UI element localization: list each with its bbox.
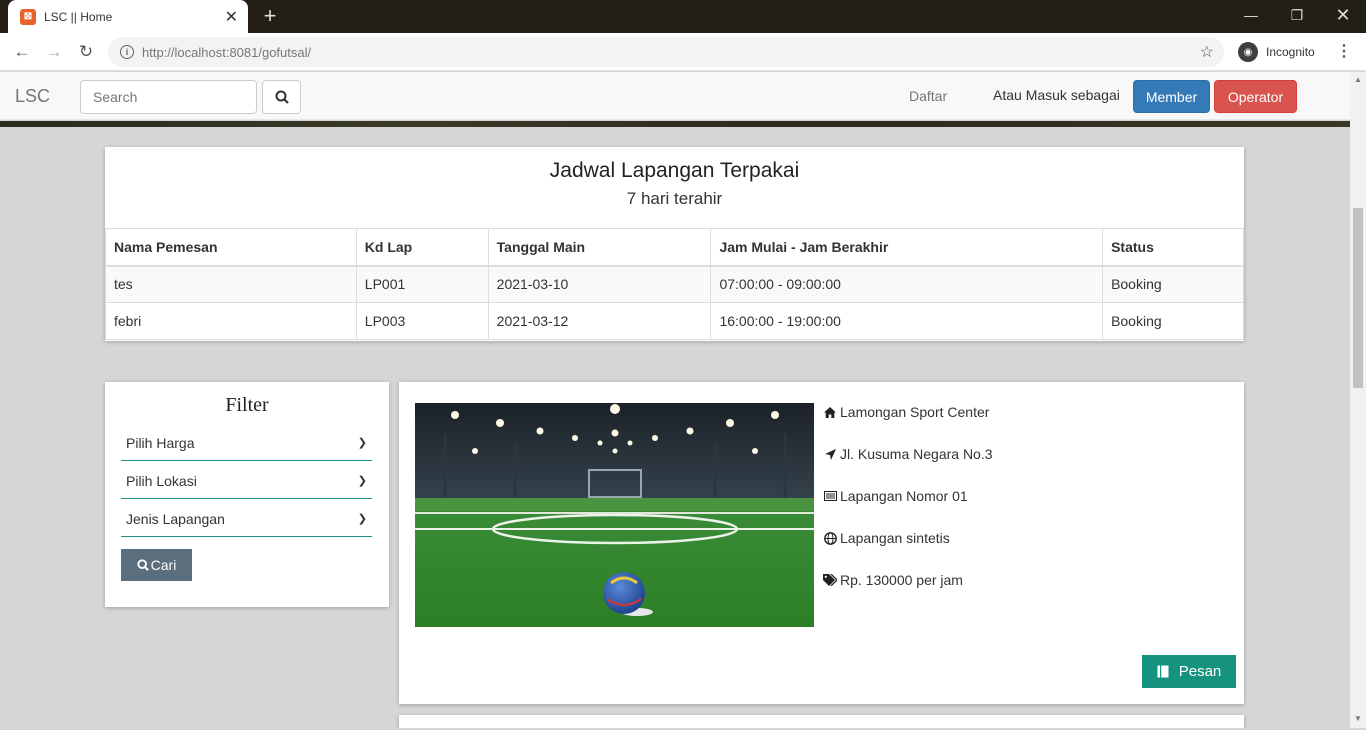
book-icon [1157,665,1169,678]
chevron-down-icon: ❯ [357,513,367,525]
address-bar[interactable]: i http://localhost:8081/gofutsal/ ☆ [108,37,1224,67]
reload-icon[interactable]: ↻ [73,39,99,65]
restore-icon[interactable]: ❐ [1274,0,1320,30]
filter-title: Filter [225,394,269,416]
filter-card: Filter Pilih Harga ❯ Pilih Lokasi ❯ Jeni… [105,382,389,607]
table-cell: LP001 [355,265,489,303]
venue-field-line: Lapangan Nomor 01 [822,488,968,504]
venue-card: Lamongan Sport Center Jl. Kusuma Negara … [399,382,1244,704]
site-navbar: LSC Daftar Atau Masuk sebagai Member Ope… [0,72,1350,120]
url-text: http://localhost:8081/gofutsal/ [142,45,1224,60]
daftar-link[interactable]: Daftar [909,88,947,104]
list-icon [822,491,838,501]
table-cell: Booking [1102,302,1244,340]
info-icon[interactable]: i [120,45,134,59]
browser-tab[interactable]: ⊠ LSC || Home ✕ [8,0,248,33]
browser-tabstrip: ⊠ LSC || Home ✕ + — ❐ ✕ [0,0,1366,33]
browser-menu-icon[interactable]: ⋮ [1336,41,1352,61]
table-cell: 07:00:00 - 09:00:00 [710,265,1104,303]
schedule-title: Jadwal Lapangan Terpakai [549,159,800,182]
venue-type: Lapangan sintetis [840,530,950,546]
search-button[interactable] [262,80,301,114]
minimize-icon[interactable]: — [1228,0,1274,30]
table-cell: LP003 [355,302,489,340]
schedule-card: Jadwal Lapangan Terpakai 7 hari terahir … [105,147,1244,341]
brand-logo[interactable]: LSC [15,86,50,107]
incognito-label: Incognito [1266,45,1315,59]
scroll-down-icon[interactable]: ▼ [1354,714,1362,723]
venue-name-line: Lamongan Sport Center [822,404,989,420]
price-select[interactable]: Pilih Harga ❯ [121,425,372,461]
back-icon[interactable]: ← [9,39,35,65]
table-row: febri LP003 2021-03-12 16:00:00 - 19:00:… [105,302,1244,340]
tab-title: LSC || Home [44,9,113,24]
table-row: tes LP001 2021-03-10 07:00:00 - 09:00:00… [105,265,1244,303]
search-filter-label: Cari [150,557,177,573]
search-icon [275,90,289,104]
table-header-row: Nama Pemesan Kd Lap Tanggal Main Jam Mul… [105,228,1244,267]
search-input[interactable] [80,80,257,114]
scrollbar-thumb[interactable] [1353,208,1363,388]
hero-image-strip [0,121,1350,127]
venue-card [399,715,1244,728]
location-select[interactable]: Pilih Lokasi ❯ [121,463,372,499]
venue-name: Lamongan Sport Center [840,404,990,420]
globe-icon [822,531,838,545]
incognito-icon: ◉ [1238,42,1258,62]
page-scrollbar[interactable]: ▲ ▼ [1350,72,1366,728]
table-cell: Booking [1102,265,1244,303]
close-tab-icon[interactable]: ✕ [225,7,238,27]
chevron-down-icon: ❯ [357,437,367,449]
venue-address: Jl. Kusuma Negara No.3 [840,446,993,462]
chevron-down-icon: ❯ [357,475,367,487]
url-host: http://localhost [142,44,226,60]
bookmark-star-icon[interactable]: ☆ [1200,42,1214,62]
column-header: Kd Lap [355,228,489,267]
table-cell: febri [105,302,357,340]
browser-toolbar: ← → ↻ i http://localhost:8081/gofutsal/ … [0,33,1366,71]
schedule-table: Nama Pemesan Kd Lap Tanggal Main Jam Mul… [105,228,1244,340]
field-type-select[interactable]: Jenis Lapangan ❯ [121,501,372,537]
search-icon [136,559,149,571]
tags-icon [822,574,838,586]
venue-price-line: Rp. 130000 per jam [822,572,963,588]
order-button-label: Pesan [1178,663,1222,680]
order-button[interactable]: Pesan [1142,655,1236,688]
location-arrow-icon [822,448,838,460]
table-cell: 2021-03-10 [487,265,712,303]
table-cell: 2021-03-12 [487,302,712,340]
price-select-value: Pilih Harga [126,434,195,451]
member-login-button[interactable]: Member [1133,80,1210,113]
venue-field-number: Lapangan Nomor 01 [840,488,968,504]
incognito-indicator[interactable]: ◉ Incognito [1234,38,1325,66]
page-viewport: LSC Daftar Atau Masuk sebagai Member Ope… [0,72,1350,728]
table-cell: tes [105,265,357,303]
xampp-favicon-icon: ⊠ [20,8,36,25]
search-filter-button[interactable]: Cari [121,549,192,581]
login-prompt: Atau Masuk sebagai [993,87,1120,103]
column-header: Jam Mulai - Jam Berakhir [710,228,1104,267]
forward-icon[interactable]: → [41,39,67,65]
url-path: :8081/gofutsal/ [225,44,312,60]
field-type-select-value: Jenis Lapangan [126,510,225,527]
home-icon [822,406,838,418]
new-tab-icon[interactable]: + [258,4,282,28]
operator-login-button[interactable]: Operator [1214,80,1297,113]
venue-type-line: Lapangan sintetis [822,530,950,546]
column-header: Status [1102,228,1244,267]
venue-price: Rp. 130000 per jam [840,572,963,588]
table-cell: 16:00:00 - 19:00:00 [710,302,1104,340]
column-header: Nama Pemesan [105,228,357,267]
futsal-field-photo [415,403,814,627]
close-window-icon[interactable]: ✕ [1320,0,1366,30]
schedule-subtitle: 7 hari terahir [626,189,723,208]
column-header: Tanggal Main [487,228,712,267]
location-select-value: Pilih Lokasi [126,472,197,489]
scroll-up-icon[interactable]: ▲ [1354,75,1362,84]
venue-address-line: Jl. Kusuma Negara No.3 [822,446,993,462]
